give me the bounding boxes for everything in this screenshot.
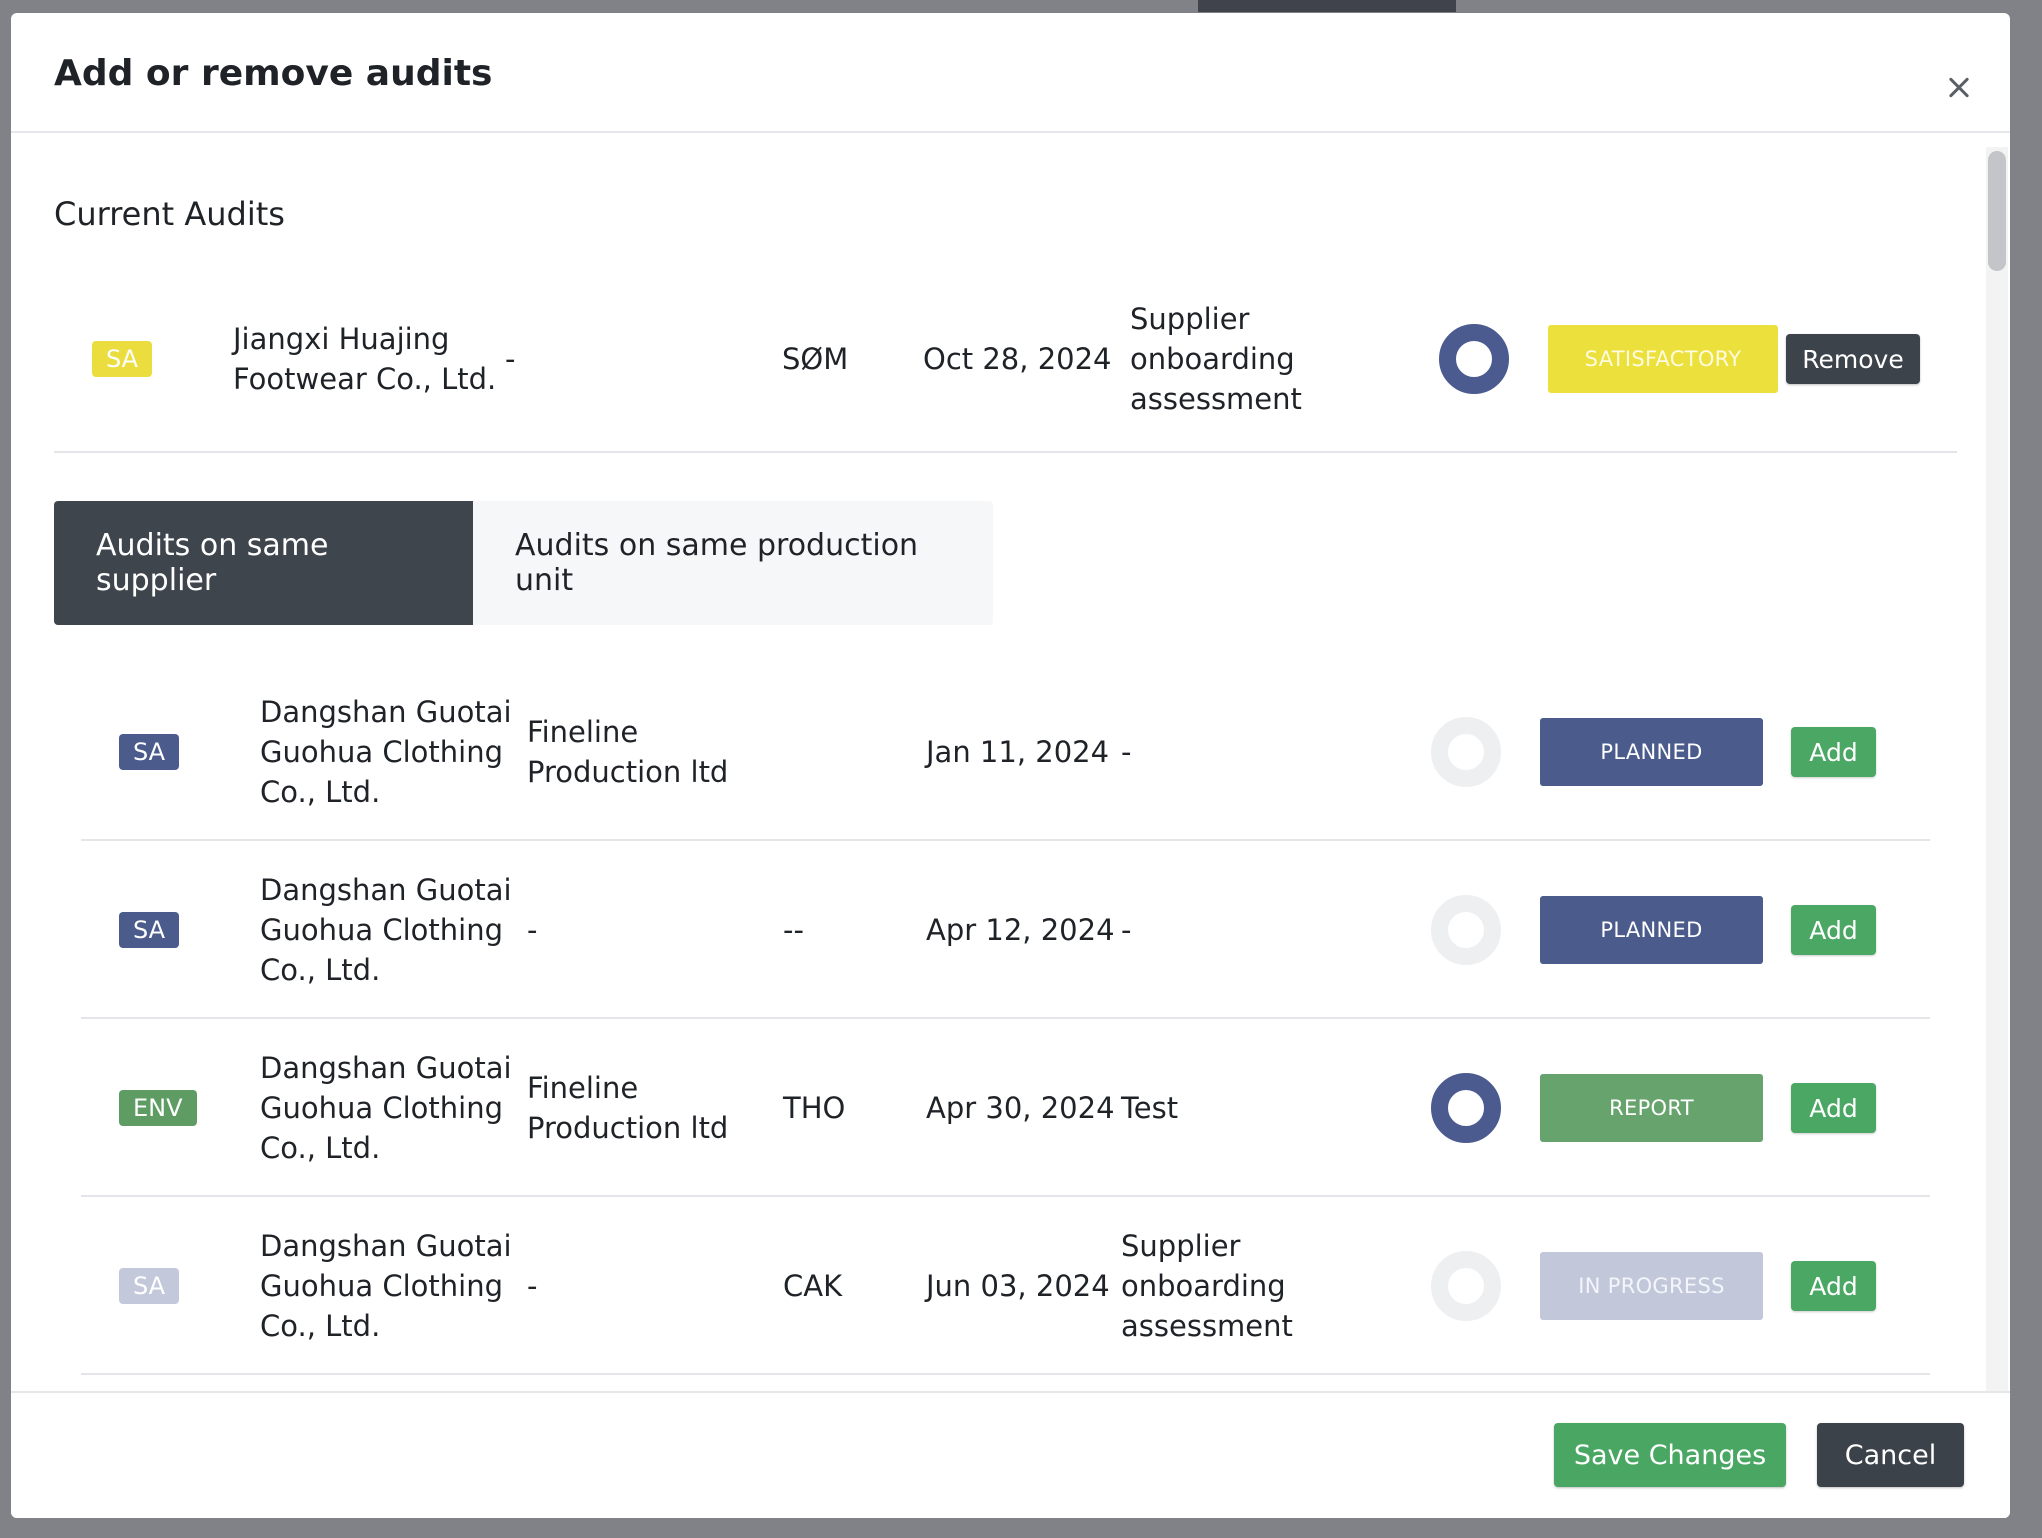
audit-type-badge: SA	[119, 734, 180, 770]
status-badge: IN PROGRESS	[1540, 1252, 1763, 1320]
audit-tabs: Audits on same supplier Audits on same p…	[54, 501, 993, 625]
auditor-initials: CAK	[783, 1269, 843, 1303]
production-unit: Fineline Production ltd	[527, 715, 729, 789]
status-badge: REPORT	[1540, 1074, 1763, 1142]
table-row: ENV Dangshan Guotai Guohua Clothing Co.,…	[81, 1021, 1930, 1197]
supplier-name: Dangshan Guotai Guohua Clothing Co., Ltd…	[260, 1051, 512, 1165]
audit-type-badge-cell: SA	[92, 267, 153, 451]
auditor-initials: --	[783, 913, 804, 947]
audit-date: Oct 28, 2024	[923, 342, 1112, 376]
progress-ring-icon	[1439, 324, 1509, 394]
auditor-initials: THO	[783, 1091, 846, 1125]
audit-type-text: Test	[1121, 1091, 1179, 1125]
scrollbar-thumb[interactable]	[1988, 151, 2006, 271]
audit-type-text: Supplier onboarding assessment	[1121, 1229, 1293, 1343]
add-button[interactable]: Add	[1791, 1083, 1876, 1133]
audits-modal: Add or remove audits Current Audits SA J…	[11, 13, 2010, 1518]
progress-ring-icon	[1431, 895, 1501, 965]
modal-header: Add or remove audits	[11, 13, 2010, 133]
status-cell: SATISFACTORY	[1548, 267, 1778, 451]
current-audit-row: SA Jiangxi Huajing Footwear Co., Ltd. - …	[54, 267, 1957, 453]
current-audits-title: Current Audits	[54, 195, 285, 233]
auditor-initials: SØM	[782, 342, 849, 376]
status-badge: SATISFACTORY	[1548, 325, 1778, 393]
status-cell: PLANNED	[1540, 665, 1763, 839]
action-cell: Add	[1791, 843, 1876, 1017]
modal-footer: Save Changes Cancel	[11, 1391, 2010, 1518]
status-cell: PLANNED	[1540, 843, 1763, 1017]
supplier-name: Dangshan Guotai Guohua Clothing Co., Ltd…	[260, 695, 512, 809]
audit-type-badge-cell: SA	[119, 1199, 180, 1373]
status-badge: PLANNED	[1540, 718, 1763, 786]
production-unit: -	[505, 342, 516, 376]
audit-type-text: Supplier onboarding assessment	[1130, 302, 1302, 416]
progress-ring-icon	[1431, 1073, 1501, 1143]
supplier-name: Dangshan Guotai Guohua Clothing Co., Ltd…	[260, 873, 512, 987]
scrollbar-track[interactable]	[1986, 147, 2008, 1405]
action-cell: Add	[1791, 1199, 1876, 1373]
tab-same-production-unit[interactable]: Audits on same production unit	[473, 501, 993, 625]
production-unit: -	[527, 913, 538, 947]
progress-ring-cell	[1439, 267, 1509, 451]
production-unit: -	[527, 1269, 538, 1303]
audit-type-badge-cell: ENV	[119, 1021, 197, 1195]
audit-date: Apr 30, 2024	[926, 1091, 1115, 1125]
progress-ring-cell	[1431, 665, 1501, 839]
audit-type-badge: SA	[92, 341, 153, 377]
add-button[interactable]: Add	[1791, 727, 1876, 777]
cancel-button[interactable]: Cancel	[1817, 1423, 1964, 1487]
tab-same-supplier[interactable]: Audits on same supplier	[54, 501, 473, 625]
audit-type-badge: ENV	[119, 1090, 197, 1126]
progress-ring-cell	[1431, 1021, 1501, 1195]
add-button[interactable]: Add	[1791, 905, 1876, 955]
action-cell: Remove	[1786, 267, 1920, 451]
table-row: SA Dangshan Guotai Guohua Clothing Co., …	[81, 1199, 1930, 1375]
status-cell: IN PROGRESS	[1540, 1199, 1763, 1373]
progress-ring-cell	[1431, 1199, 1501, 1373]
supplier-name: Jiangxi Huajing Footwear Co., Ltd.	[233, 322, 497, 396]
audit-type-text: -	[1121, 913, 1132, 947]
audit-date: Apr 12, 2024	[926, 913, 1115, 947]
progress-ring-icon	[1431, 1251, 1501, 1321]
audit-type-text: -	[1121, 735, 1132, 769]
status-badge: PLANNED	[1540, 896, 1763, 964]
modal-body: Current Audits SA Jiangxi Huajing Footwe…	[11, 135, 2010, 1405]
close-icon[interactable]	[1929, 57, 1989, 117]
audit-type-badge-cell: SA	[119, 665, 180, 839]
progress-ring-cell	[1431, 843, 1501, 1017]
table-row: SA Dangshan Guotai Guohua Clothing Co., …	[81, 665, 1930, 841]
status-cell: REPORT	[1540, 1021, 1763, 1195]
production-unit: Fineline Production ltd	[527, 1071, 729, 1145]
save-changes-button[interactable]: Save Changes	[1554, 1423, 1786, 1487]
supplier-name: Dangshan Guotai Guohua Clothing Co., Ltd…	[260, 1229, 512, 1343]
audit-date: Jan 11, 2024	[926, 735, 1110, 769]
modal-title: Add or remove audits	[54, 53, 493, 94]
add-button[interactable]: Add	[1791, 1261, 1876, 1311]
progress-ring-icon	[1431, 717, 1501, 787]
audit-date: Jun 03, 2024	[926, 1269, 1110, 1303]
remove-button[interactable]: Remove	[1786, 334, 1920, 384]
audit-type-badge: SA	[119, 1268, 180, 1304]
action-cell: Add	[1791, 665, 1876, 839]
audit-type-badge-cell: SA	[119, 843, 180, 1017]
action-cell: Add	[1791, 1021, 1876, 1195]
table-row: SA Dangshan Guotai Guohua Clothing Co., …	[81, 843, 1930, 1019]
audit-type-badge: SA	[119, 912, 180, 948]
